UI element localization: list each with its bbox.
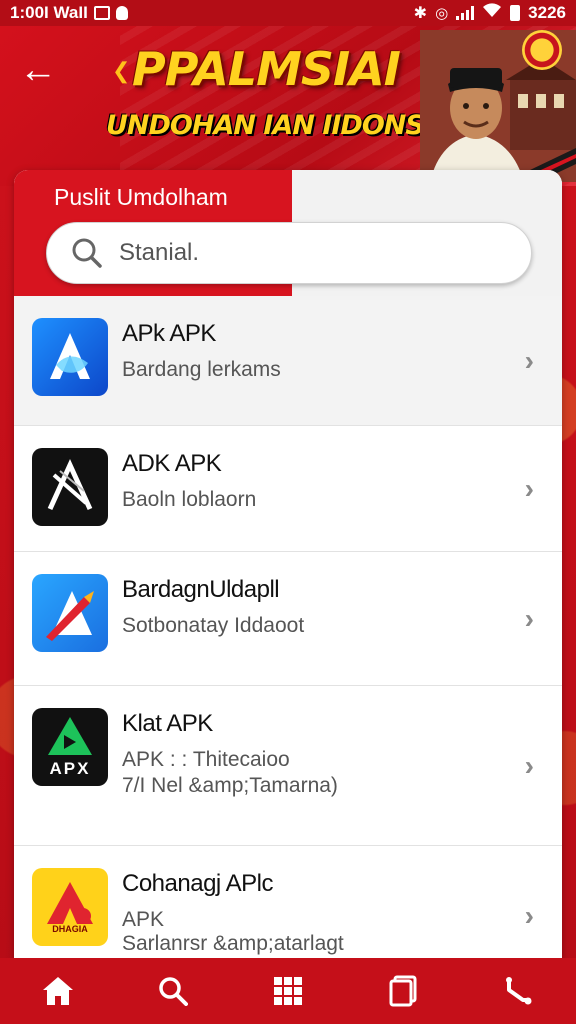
card-title: Puslit Umdolham bbox=[54, 184, 228, 210]
nav-tools[interactable] bbox=[488, 961, 548, 1021]
chevron-right-icon: › bbox=[524, 749, 534, 781]
bluetooth-icon: ✱ bbox=[413, 5, 428, 22]
app-description: Baoln loblaorn bbox=[122, 488, 257, 511]
back-button[interactable]: ← bbox=[18, 50, 58, 90]
nav-pages[interactable] bbox=[373, 961, 433, 1021]
app-description-line2: Sarlanrsr &amp;atarlagt bbox=[122, 932, 344, 955]
app-icon-label: DHAGIA bbox=[52, 924, 88, 934]
hotspot-icon: ◎ bbox=[435, 5, 449, 22]
list-item[interactable]: APk APK Bardang lerkams › bbox=[14, 296, 562, 426]
chevron-right-icon: › bbox=[524, 344, 534, 376]
app-icon-green-apx: APX bbox=[32, 708, 108, 786]
app-name: Klat APK bbox=[122, 710, 213, 737]
app-description: APK bbox=[122, 908, 165, 931]
notification-icon bbox=[93, 6, 110, 20]
home-icon bbox=[42, 977, 73, 1005]
app-name: BardagnUldapll bbox=[122, 576, 280, 603]
chevron-right-icon: › bbox=[524, 899, 534, 931]
wifi-icon bbox=[482, 3, 502, 23]
banner-subtitle: UNDOHAN IAN IIDONSIA bbox=[106, 110, 454, 141]
list-item[interactable]: ADK APK Baoln loblaorn › bbox=[14, 426, 562, 552]
tools-icon bbox=[506, 977, 532, 1005]
nav-home[interactable] bbox=[28, 961, 88, 1021]
list-item[interactable]: DHAGIA Cohanagj APlc APK Sarlanrsr &amp;… bbox=[14, 846, 562, 960]
chevron-right-icon: › bbox=[524, 602, 534, 634]
app-name: Cohanagj APlc bbox=[122, 870, 273, 897]
status-bar: 1:00I WaII ✱ ◎ 3226 bbox=[0, 0, 576, 26]
pages-icon bbox=[389, 975, 417, 1007]
signal-icon bbox=[456, 6, 475, 20]
grid-icon bbox=[273, 977, 302, 1005]
header-banner: ← ❮ PPALMSIAI UNDOHAN IAN IIDONSIA bbox=[0, 26, 576, 186]
emblem-icon bbox=[522, 30, 562, 70]
app-list-card: Puslit Umdolham APk APK Bardang lerkams … bbox=[14, 170, 562, 960]
status-time: 1:00I WaII bbox=[10, 3, 88, 22]
nav-search[interactable] bbox=[143, 961, 203, 1021]
app-icon-black-a bbox=[32, 448, 108, 526]
banner-title: PPALMSIAI bbox=[132, 42, 401, 96]
search-bar[interactable] bbox=[46, 222, 532, 284]
chevron-right-icon: › bbox=[524, 472, 534, 504]
search-icon bbox=[159, 977, 188, 1006]
app-icon-yellow-a: DHAGIA bbox=[32, 868, 108, 946]
app-icon-label: APX bbox=[49, 759, 91, 778]
nav-apps[interactable] bbox=[258, 961, 318, 1021]
app-name: ADK APK bbox=[122, 450, 222, 477]
card-header: Puslit Umdolham bbox=[14, 170, 562, 296]
app-description: APK : : Thitecaioo bbox=[122, 748, 290, 771]
app-notification-icon bbox=[115, 6, 128, 20]
app-name: APk APK bbox=[122, 320, 216, 347]
app-description: Sotbonatay Iddaoot bbox=[122, 614, 305, 637]
bottom-navigation bbox=[0, 958, 576, 1024]
battery-icon bbox=[510, 5, 521, 21]
app-list: APk APK Bardang lerkams › ADK APK Baoln … bbox=[14, 296, 562, 960]
search-icon bbox=[72, 238, 102, 268]
chevron-left-icon: ❮ bbox=[112, 58, 131, 83]
app-icon-blue-a bbox=[32, 318, 108, 396]
search-input[interactable] bbox=[119, 239, 499, 267]
app-description-line2: 7/I Nel &amp;Tamarna) bbox=[122, 774, 338, 797]
app-description: Bardang lerkams bbox=[122, 358, 281, 381]
app-icon-rocket bbox=[32, 574, 108, 652]
list-item[interactable]: BardagnUldapll Sotbonatay Iddaoot › bbox=[14, 552, 562, 686]
list-item[interactable]: APX Klat APK APK : : Thitecaioo 7/I Nel … bbox=[14, 686, 562, 846]
battery-level: 3226 bbox=[528, 3, 566, 22]
